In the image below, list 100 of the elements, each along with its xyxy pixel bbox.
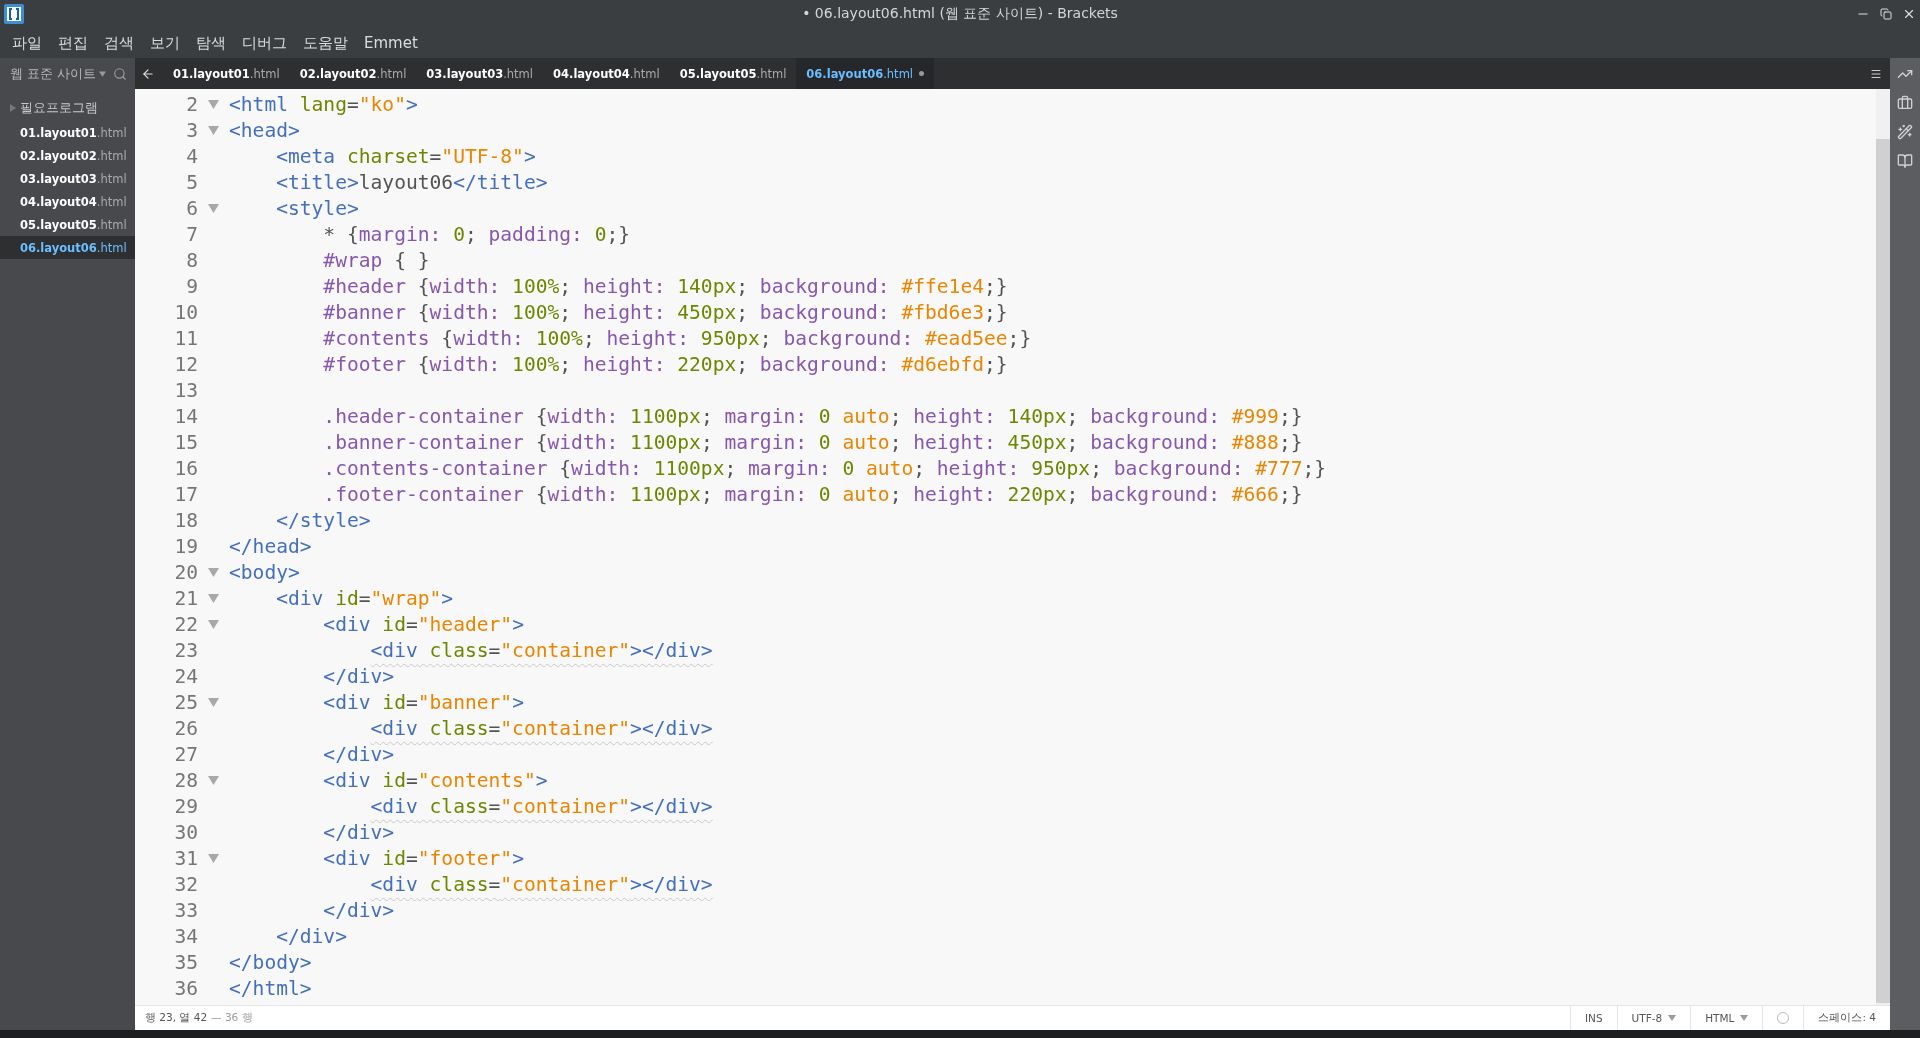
line-number: 11 xyxy=(173,326,198,350)
code-line: #contents {width: 100%; height: 950px; background: #ead5ee;} xyxy=(322,326,1032,350)
app-logo-icon xyxy=(4,4,24,24)
fold-triangle-icon[interactable] xyxy=(208,697,219,707)
line-number: 16 xyxy=(173,456,198,480)
code-line: .banner-container {width: 1100px; margin: 0 auto; height: 450px; background: #888;} xyxy=(322,430,1303,454)
code-line: * {margin: 0; padding: 0;} xyxy=(322,222,631,246)
code-line: <title>layout06</title> xyxy=(275,170,548,194)
code-line: </html> xyxy=(229,976,312,1000)
menu-icon[interactable] xyxy=(1870,67,1882,80)
wand-icon[interactable] xyxy=(1897,124,1913,140)
line-number: 13 xyxy=(173,378,198,402)
book-icon[interactable] xyxy=(1897,153,1913,169)
line-number: 10 xyxy=(173,300,198,324)
file-item[interactable]: 02.layout02.html xyxy=(0,144,135,167)
line-number: 17 xyxy=(173,482,198,506)
fold-triangle-icon[interactable] xyxy=(208,203,219,213)
close-icon[interactable] xyxy=(1902,7,1916,21)
code-line: <div id="banner"> xyxy=(322,690,524,714)
code-line: #wrap { } xyxy=(322,248,430,272)
menu-item[interactable]: 디버그 xyxy=(234,33,295,53)
scrollbar[interactable] xyxy=(1876,89,1890,1005)
line-number: 29 xyxy=(173,794,198,818)
fold-triangle-icon[interactable] xyxy=(208,619,219,629)
line-number: 4 xyxy=(185,144,198,168)
line-number: 9 xyxy=(185,274,198,298)
line-number: 5 xyxy=(185,170,198,194)
cursor-position: 행 23, 열 42 xyxy=(145,1011,208,1025)
menu-item[interactable]: 도움말 xyxy=(295,33,356,53)
file-tab[interactable]: 05.layout05.html xyxy=(669,58,797,89)
code-line: <meta charset="UTF-8"> xyxy=(275,144,536,168)
file-tab[interactable]: 02.layout02.html xyxy=(289,58,417,89)
line-number: 6 xyxy=(185,196,198,220)
line-number: 31 xyxy=(173,846,198,870)
collapsed-triangle-icon[interactable] xyxy=(10,104,16,112)
line-number: 25 xyxy=(173,690,198,714)
code-line: .header-container {width: 1100px; margin: 0 auto; height: 140px; background: #999;} xyxy=(322,404,1303,428)
caret-icon xyxy=(1740,1015,1749,1021)
fold-triangle-icon[interactable] xyxy=(208,567,219,577)
code-line: <head> xyxy=(229,118,300,142)
line-number: 20 xyxy=(173,560,198,584)
code-line: </div> xyxy=(322,742,395,766)
code-line: <html lang="ko"> xyxy=(229,92,418,116)
line-number: 26 xyxy=(173,716,198,740)
file-item[interactable]: 04.layout04.html xyxy=(0,190,135,213)
line-number: 28 xyxy=(173,768,198,792)
code-line: <div class="container"></div> xyxy=(369,638,713,662)
code-line: #banner {width: 100%; height: 450px; background: #fbd6e3;} xyxy=(322,300,1008,324)
line-number: 14 xyxy=(173,404,198,428)
menu-item[interactable]: 보기 xyxy=(142,33,188,53)
fold-triangle-icon[interactable] xyxy=(208,125,219,135)
line-number: 24 xyxy=(173,664,198,688)
line-number: 27 xyxy=(173,742,198,766)
line-number: 35 xyxy=(173,950,198,974)
code-line: </style> xyxy=(275,508,371,532)
file-item[interactable]: 01.layout01.html xyxy=(0,121,135,144)
line-number: 33 xyxy=(173,898,198,922)
code-line: </head> xyxy=(229,534,312,558)
folder-name[interactable]: 필요프로그램 xyxy=(20,99,98,117)
code-line: <div class="container"></div> xyxy=(369,872,713,896)
restore-icon[interactable] xyxy=(1880,8,1892,20)
file-item[interactable]: 06.layout06.html xyxy=(0,236,135,259)
code-line: </body> xyxy=(229,950,312,974)
back-arrow-icon[interactable] xyxy=(141,66,155,81)
code-line: .contents-container {width: 1100px; margin: 0 auto; height: 950px; background: #777;} xyxy=(322,456,1327,480)
line-number: 22 xyxy=(173,612,198,636)
caret-icon xyxy=(1668,1015,1677,1021)
line-number: 36 xyxy=(173,976,198,1000)
fold-triangle-icon[interactable] xyxy=(208,593,219,603)
menu-item[interactable]: 편집 xyxy=(50,33,96,53)
file-item[interactable]: 03.layout03.html xyxy=(0,167,135,190)
briefcase-icon[interactable] xyxy=(1897,95,1913,111)
file-tab[interactable]: 03.layout03.html xyxy=(416,58,543,89)
code-line: <div class="container"></div> xyxy=(369,716,713,740)
line-number: 15 xyxy=(173,430,198,454)
file-item[interactable]: 05.layout05.html xyxy=(0,213,135,236)
menu-item[interactable]: Emmet xyxy=(356,34,426,52)
code-line: <div id="wrap"> xyxy=(275,586,454,610)
menu-item[interactable]: 파일 xyxy=(4,33,50,53)
fold-triangle-icon[interactable] xyxy=(208,775,219,785)
line-number: 3 xyxy=(185,118,198,142)
file-tab[interactable]: 01.layout01.html xyxy=(163,58,290,89)
line-number: 23 xyxy=(173,638,198,662)
line-number: 19 xyxy=(173,534,198,558)
line-number: 32 xyxy=(173,872,198,896)
file-tab[interactable]: 06.layout06.html xyxy=(796,58,935,89)
code-line: #header {width: 100%; height: 140px; background: #ffe1e4;} xyxy=(322,274,1008,298)
fold-triangle-icon[interactable] xyxy=(208,853,219,863)
menu-item[interactable]: 탐색 xyxy=(188,33,234,53)
search-icon[interactable] xyxy=(113,66,127,81)
code-line: </div> xyxy=(275,924,347,948)
code-line: .footer-container {width: 1100px; margin: 0 auto; height: 220px; background: #666;} xyxy=(322,482,1303,506)
window-title: • 06.layout06.html (웹 표준 사이트) - Brackets xyxy=(802,5,1118,23)
file-tab[interactable]: 04.layout04.html xyxy=(543,58,670,89)
fold-triangle-icon[interactable] xyxy=(208,99,219,109)
code-line: #footer {width: 100%; height: 220px; background: #d6ebfd;} xyxy=(322,352,1008,376)
project-dropdown[interactable]: 웹 표준 사이트 xyxy=(10,64,97,83)
caret-icon xyxy=(99,70,107,77)
menu-item[interactable]: 검색 xyxy=(96,33,142,53)
code-line: </div> xyxy=(322,898,395,922)
